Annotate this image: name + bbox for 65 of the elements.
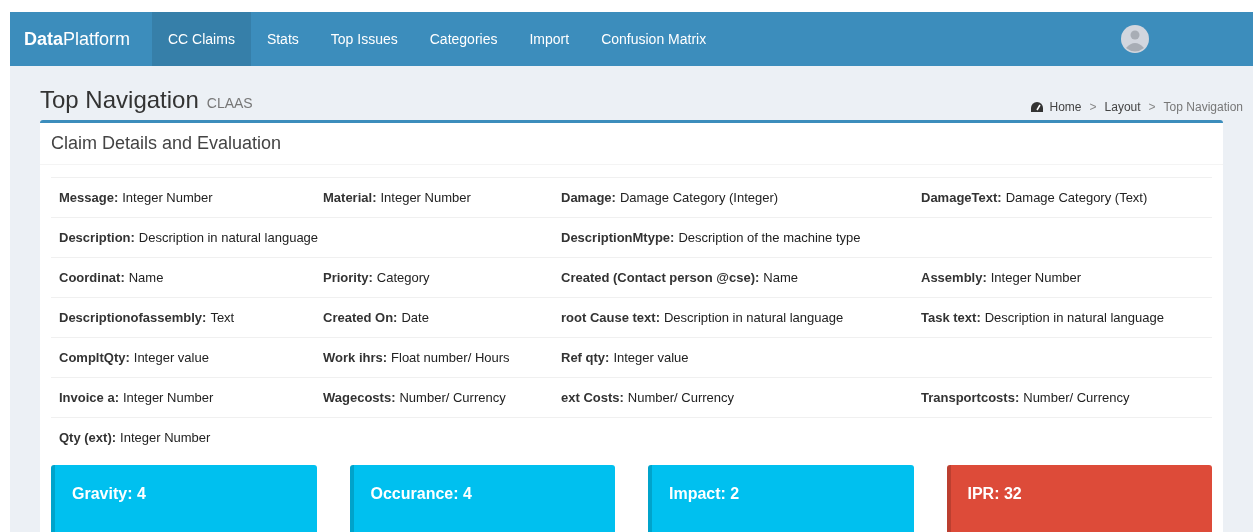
field-label: Descriptionofassembly: xyxy=(59,308,207,327)
field-value: Description in natural language xyxy=(984,308,1164,327)
nav-tab[interactable]: Top Issues xyxy=(314,12,414,66)
breadcrumb-link[interactable]: Top Navigation xyxy=(1163,98,1243,116)
field-label: root Cause text: xyxy=(561,308,660,327)
field-value: Description of the machine type xyxy=(678,228,861,247)
field-label: Description: xyxy=(59,228,135,247)
nav-tab[interactable]: Import xyxy=(513,12,586,66)
nav-tab[interactable]: Confusion Matrix xyxy=(585,12,723,66)
user-avatar-icon[interactable] xyxy=(1121,25,1149,53)
nav-tab[interactable]: CC Claims xyxy=(152,12,251,66)
field-value: Text xyxy=(210,308,235,327)
field-label: Damage: xyxy=(561,188,616,207)
dashboard-icon xyxy=(1029,101,1044,113)
field-label: Created (Contact person @cse): xyxy=(561,268,760,287)
field-value: Number/ Currency xyxy=(399,388,506,407)
field-value: Number/ Currency xyxy=(627,388,735,407)
field-value: Description in natural language xyxy=(138,228,319,247)
panel-title: Claim Details and Evaluation xyxy=(40,123,1223,165)
field-label: Transportcosts: xyxy=(921,388,1020,407)
nav-tab[interactable]: Categories xyxy=(413,12,514,66)
field-value: Description in natural language xyxy=(663,308,844,327)
field-label: Priority: xyxy=(323,268,373,287)
score-box: Gravity: 4 xyxy=(51,465,317,532)
field-label: Work ihrs: xyxy=(323,348,388,367)
field-value: Damage Category (Integer) xyxy=(619,188,779,207)
score-box: Impact: 2 xyxy=(648,465,914,532)
field-label: DescriptionMtype: xyxy=(561,228,675,247)
field-value: Name xyxy=(128,268,164,287)
page-subtitle: CLAAS xyxy=(206,94,253,113)
field-value: Damage Category (Text) xyxy=(1005,188,1148,207)
field-value: Name xyxy=(763,268,798,287)
score-box: Occurance: 4 xyxy=(349,465,615,532)
field-label: Coordinat: xyxy=(59,268,125,287)
field-value: Integer value xyxy=(613,348,689,367)
field-value: Float number/ Hours xyxy=(391,348,510,367)
field-label: ext Costs: xyxy=(561,388,624,407)
field-label: Wagecosts: xyxy=(323,388,396,407)
breadcrumb-link[interactable]: Home xyxy=(1049,98,1082,116)
field-value: Number/ Currency xyxy=(1023,388,1130,407)
brand-logo[interactable]: DataPlatform xyxy=(10,25,152,53)
field-label: Message: xyxy=(59,188,119,207)
nav-tab[interactable]: Stats xyxy=(250,12,315,66)
field-label: CompltQty: xyxy=(59,348,130,367)
field-label: Created On: xyxy=(323,308,398,327)
field-label: Material: xyxy=(323,188,377,207)
page-title: Top Navigation xyxy=(40,85,199,115)
field-value: Category xyxy=(376,268,430,287)
field-label: Invoice a: xyxy=(59,388,119,407)
field-label: DamageText: xyxy=(921,188,1002,207)
field-value: Date xyxy=(401,308,429,327)
field-value: Integer Number xyxy=(990,268,1082,287)
field-value: Integer Number xyxy=(120,428,211,447)
breadcrumb-link[interactable]: Layout xyxy=(1104,98,1141,116)
field-value: Integer Number xyxy=(122,188,213,207)
field-label: Qty (ext): xyxy=(59,428,117,447)
field-label: Assembly: xyxy=(921,268,987,287)
breadcrumb-separator: > xyxy=(1147,99,1157,116)
field-label: Task text: xyxy=(921,308,981,327)
field-label: Ref qty: xyxy=(561,348,610,367)
field-value: Integer Number xyxy=(122,388,214,407)
score-box: IPR: 32 xyxy=(946,465,1212,532)
field-value: Integer Number xyxy=(380,188,471,207)
field-value: Integer value xyxy=(133,348,209,367)
breadcrumb-separator: > xyxy=(1088,99,1098,116)
